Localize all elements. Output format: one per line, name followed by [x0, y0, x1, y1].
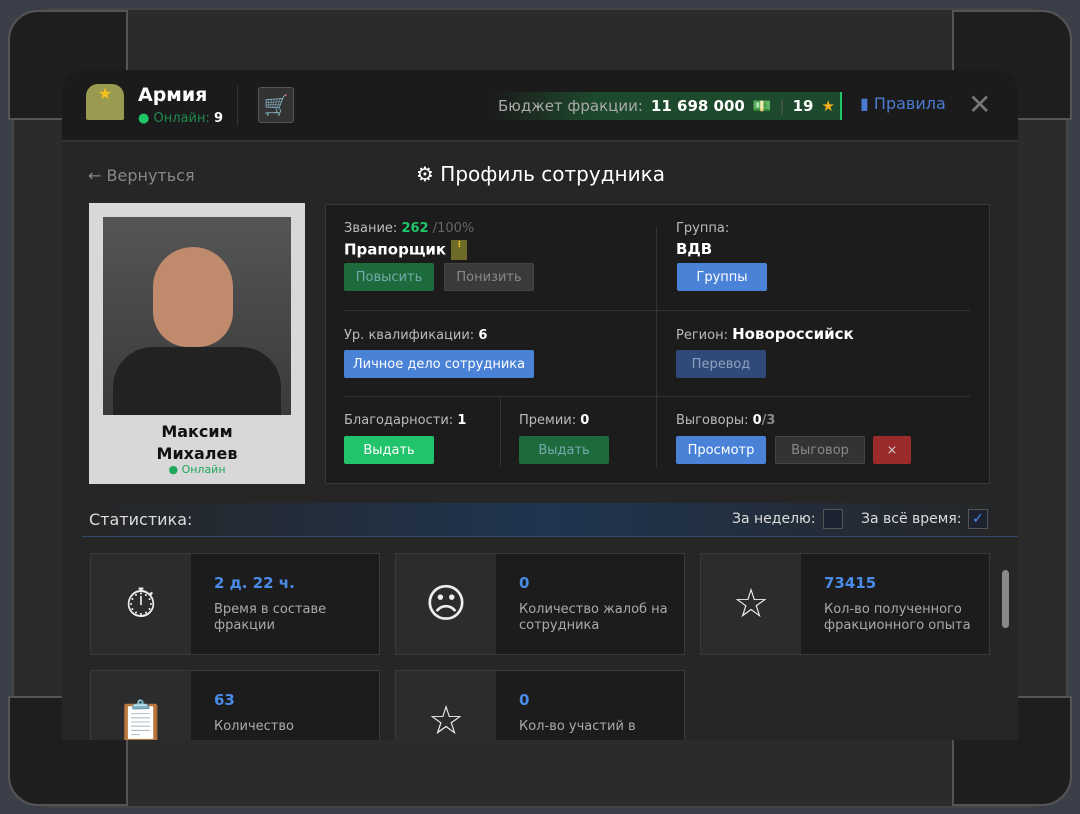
star-icon: ☆ [396, 671, 496, 740]
stat-card: ☆ 73415 Кол-во полученного фракционного оп… [700, 553, 990, 655]
employee-photo [103, 217, 291, 415]
rules-link[interactable]: ▮ Правила [860, 94, 946, 113]
profile-panel: Звание: 262 /100% Прапорщик ⁝ Повысить П… [325, 204, 990, 484]
arrow-left-icon: ← [88, 166, 102, 185]
back-button[interactable]: ← Вернуться [88, 166, 195, 185]
clipboard-icon: ▮ [860, 94, 869, 113]
money-icon: 💵 [752, 97, 772, 115]
scrollbar-thumb[interactable] [1002, 570, 1009, 628]
stat-card: 📋 63 Количество [90, 670, 380, 740]
employee-name: Максим Михалев [156, 422, 238, 463]
give-thanks-button[interactable]: Выдать [344, 436, 434, 464]
stat-card: ☆ 0 Кол-во участий в [395, 670, 685, 740]
epaulette-icon: ⁝ [451, 240, 468, 260]
promote-button[interactable]: Повысить [344, 263, 434, 291]
week-label: За неделю: [732, 511, 816, 527]
groups-button[interactable]: Группы [677, 263, 767, 291]
employee-status: ● Онлайн [168, 463, 226, 476]
reprimand-label: Выговоры: 0/3 [676, 413, 776, 428]
all-time-label: За всё время: [861, 511, 962, 527]
complaint-icon: ☹ [396, 554, 496, 654]
stats-header: Статистика: За неделю: За всё время: ✓ [82, 503, 1018, 537]
rank-label: Звание: 262 /100% [344, 221, 475, 236]
reprimand-button[interactable]: Выговор [775, 436, 865, 464]
view-reprimands-button[interactable]: Просмотр [676, 436, 766, 464]
transfer-button[interactable]: Перевод [676, 350, 766, 378]
demote-button[interactable]: Понизить [444, 263, 534, 291]
remove-user-button[interactable]: ⨯ [873, 436, 911, 464]
stat-card: ⏱ 2 д. 22 ч. Время в составе фракции [90, 553, 380, 655]
page-title: ⚙ Профиль сотрудника [416, 162, 665, 186]
exp-stars-icon: ☆ [701, 554, 801, 654]
week-checkbox[interactable] [823, 509, 843, 529]
group-label: Группа: [676, 221, 730, 236]
close-button[interactable]: ✕ [968, 88, 991, 121]
qualification-label: Ур. квалификации: 6 [344, 328, 488, 343]
stat-card: ☹ 0 Количество жалоб на сотрудника [395, 553, 685, 655]
bonus-label: Премии: 0 [519, 413, 590, 428]
employee-card: Максим Михалев ● Онлайн [89, 203, 305, 484]
clipboard-icon: 📋 [91, 671, 191, 740]
budget-bar: Бюджет фракции: 11 698 000 💵 | 19 ★ [492, 92, 842, 120]
faction-logo-icon: ★ [86, 84, 124, 120]
star-icon: ★ [821, 97, 835, 115]
header: ★ Армия ● Онлайн: 9 🛒 Бюджет фракции: 11… [62, 70, 1018, 142]
group-value: ВДВ [676, 240, 713, 258]
stopwatch-icon: ⏱ [91, 554, 191, 654]
user-remove-icon: ⨯ [886, 442, 898, 458]
gear-icon: ⚙ [416, 162, 434, 186]
give-bonus-button[interactable]: Выдать [519, 436, 609, 464]
online-status: ● Онлайн: 9 [138, 111, 224, 126]
stats-title: Статистика: [89, 510, 193, 529]
faction-name: Армия [138, 84, 208, 106]
thanks-label: Благодарности: 1 [344, 413, 467, 428]
rank-name: Прапорщик ⁝ [344, 240, 468, 260]
personal-file-button[interactable]: Личное дело сотрудника [344, 350, 534, 378]
tablet-screen: ★ Армия ● Онлайн: 9 🛒 Бюджет фракции: 11… [62, 70, 1018, 740]
all-time-checkbox[interactable]: ✓ [968, 509, 988, 529]
region-label: Регион: Новороссийск [676, 325, 854, 343]
shop-cart-button[interactable]: 🛒 [258, 87, 294, 123]
